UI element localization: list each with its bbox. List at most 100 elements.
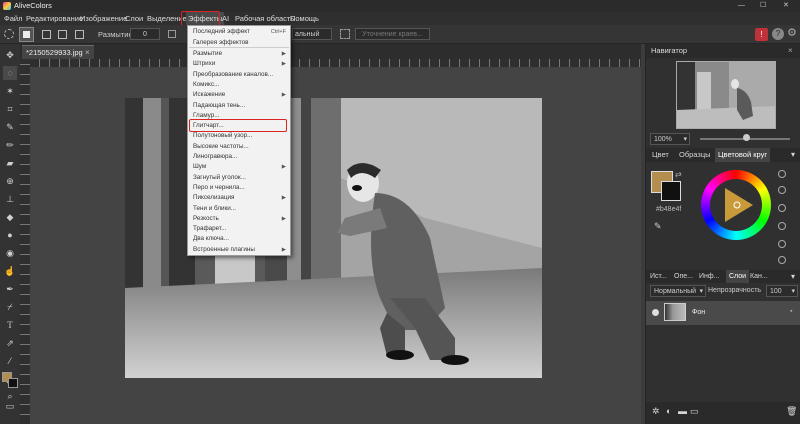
tab-color[interactable]: Цвет <box>652 148 669 162</box>
zoom-select[interactable]: 100% ▾ <box>650 133 690 145</box>
tab-swatches[interactable]: Образцы <box>679 148 711 162</box>
delete-layer-icon[interactable]: 🗑 <box>786 406 797 417</box>
wheel-option-icon[interactable] <box>778 170 786 178</box>
menu-item-shadows-highlights[interactable]: Тени и блики... <box>189 204 289 214</box>
menu-item-high-pass[interactable]: Высокие частоты... <box>189 142 289 152</box>
blend-mode-select[interactable]: Нормальный ▾ <box>650 285 706 297</box>
document-tab[interactable]: *2150529933.jpg × <box>22 45 94 59</box>
smudge-tool-icon[interactable]: ☝ <box>3 264 17 278</box>
tab-menu-chevron-icon[interactable]: ▾ <box>791 148 795 162</box>
quick-mask-icon[interactable]: ▭ <box>3 399 17 413</box>
settings-gear-icon[interactable]: ⚙ <box>787 26 797 39</box>
new-layer-icon[interactable]: ▭ <box>690 406 699 417</box>
layer-row[interactable]: Фон ▪ <box>646 301 800 325</box>
layer-name[interactable]: Фон <box>692 301 705 325</box>
menu-item-builtin-plugins[interactable]: Встроенные плагины ▶ <box>189 245 289 255</box>
maximize-button[interactable]: ☐ <box>760 0 766 12</box>
antialias-checkbox[interactable] <box>168 30 176 38</box>
wheel-option-icon[interactable] <box>778 186 786 194</box>
wheel-option-icon[interactable] <box>778 222 786 230</box>
eyedropper-icon[interactable]: ✎ <box>654 221 662 232</box>
hex-value[interactable]: #b48e4f <box>656 206 681 213</box>
menu-ai[interactable]: AI <box>222 12 229 25</box>
path-tool-icon[interactable]: ⇗ <box>3 336 17 350</box>
color-triangle[interactable] <box>701 170 771 240</box>
menu-item-stencil[interactable]: Трафарет... <box>189 224 289 234</box>
new-selection-icon[interactable] <box>19 27 34 42</box>
menu-item-linocut[interactable]: Линогравюра... <box>189 152 289 162</box>
magic-wand-tool-icon[interactable]: ✶ <box>3 84 17 98</box>
bg-color-swatch[interactable] <box>661 181 681 201</box>
pen-tool-icon[interactable]: ✒ <box>3 282 17 296</box>
mode-select[interactable]: альный <box>292 28 332 40</box>
menu-item-channel-transform[interactable]: Преобразование каналов... <box>189 70 289 80</box>
shape-tool-icon[interactable]: ⌿ <box>3 300 17 314</box>
tab-history[interactable]: Ист... <box>650 270 667 283</box>
picker-tool-icon[interactable]: ⁄ <box>3 354 17 368</box>
document-tab-close-icon[interactable]: × <box>85 46 90 60</box>
lasso-mode-icon[interactable] <box>4 29 14 39</box>
menu-item-drop-shadow[interactable]: Падающая тень... <box>189 101 289 111</box>
close-window-button[interactable]: ✕ <box>783 0 789 12</box>
blur-value-input[interactable]: 0 <box>130 28 160 40</box>
menu-item-sharpen[interactable]: Резкость ▶ <box>189 214 289 224</box>
drop-tool-icon[interactable]: ● <box>3 228 17 242</box>
panel-close-icon[interactable]: × <box>788 44 793 58</box>
menu-help[interactable]: Помощь <box>290 12 319 25</box>
layer-visibility-icon[interactable] <box>652 309 659 316</box>
menu-item-page-curl[interactable]: Загнутый уголок... <box>189 173 289 183</box>
alert-icon[interactable]: ! <box>755 28 768 41</box>
tab-operations[interactable]: Опе... <box>674 270 693 283</box>
refine-edges-button[interactable]: Уточнение краев... <box>355 28 430 40</box>
menu-item-pen-ink[interactable]: Перо и чернила... <box>189 183 289 193</box>
layer-effects-icon[interactable]: ✲ <box>652 406 660 417</box>
tab-channels[interactable]: Кан... <box>750 270 768 283</box>
text-tool-icon[interactable]: T <box>3 318 17 332</box>
menu-item-distortion[interactable]: Искажение ▶ <box>189 90 289 100</box>
menu-item-pixelate[interactable]: Пикселизация ▶ <box>189 193 289 203</box>
menu-item-blur[interactable]: Размытие ▶ <box>189 49 289 59</box>
bucket-tool-icon[interactable]: ◆ <box>3 210 17 224</box>
menu-item-comic[interactable]: Комикс... <box>189 80 289 90</box>
color-wheel[interactable] <box>701 170 771 240</box>
refine-edges-icon[interactable] <box>340 29 350 39</box>
menu-layers[interactable]: Слои <box>125 12 143 25</box>
lasso-tool-icon[interactable]: ◌ <box>3 66 17 80</box>
background-color-swatch[interactable] <box>8 378 18 388</box>
adjustment-layer-icon[interactable]: ◐ <box>666 406 671 416</box>
menu-file[interactable]: Файл <box>4 12 22 25</box>
navigator-preview[interactable] <box>676 61 776 129</box>
stamp-tool-icon[interactable]: ⊥ <box>3 192 17 206</box>
tab-layers[interactable]: Слои <box>726 270 750 283</box>
new-group-icon[interactable]: ▬ <box>678 406 687 416</box>
menu-item-strokes[interactable]: Штрихи ▶ <box>189 59 289 69</box>
eraser-tool-icon[interactable]: ▰ <box>3 156 17 170</box>
minimize-button[interactable]: — <box>738 0 745 12</box>
eyedropper-tool-icon[interactable]: ✎ <box>3 120 17 134</box>
menu-item-halftone[interactable]: Полутоновый узор... <box>189 131 289 141</box>
brush-tool-icon[interactable]: ✏ <box>3 138 17 152</box>
menu-workspace[interactable]: Рабочая область <box>235 12 294 25</box>
menu-item-noise[interactable]: Шум ▶ <box>189 162 289 172</box>
clone-tool-icon[interactable]: ⊕ <box>3 174 17 188</box>
wheel-option-icon[interactable] <box>778 256 786 264</box>
help-icon[interactable]: ? <box>772 28 784 40</box>
menu-item-effects-gallery[interactable]: Галерея эффектов <box>189 38 289 49</box>
sponge-tool-icon[interactable]: ◉ <box>3 246 17 260</box>
tab-info[interactable]: Инф... <box>699 270 720 283</box>
move-tool-icon[interactable]: ✥ <box>3 48 17 62</box>
intersect-selection-icon[interactable] <box>75 30 84 39</box>
menu-item-two-keys[interactable]: Два ключа... <box>189 234 289 244</box>
tab-color-wheel[interactable]: Цветовой круг <box>715 148 771 162</box>
swap-colors-icon[interactable]: ⇄ <box>675 170 682 179</box>
add-selection-icon[interactable] <box>42 30 51 39</box>
crop-tool-icon[interactable]: ⌗ <box>3 102 17 116</box>
menu-edit[interactable]: Редактирование <box>26 12 83 25</box>
wheel-option-icon[interactable] <box>778 240 786 248</box>
tab-menu-chevron-icon[interactable]: ▾ <box>791 270 795 283</box>
opacity-input[interactable]: 100 ▾ <box>766 285 798 297</box>
zoom-slider-handle[interactable] <box>743 134 750 141</box>
menu-item-last-effect[interactable]: Последний эффект Ctrl+F <box>189 27 289 37</box>
menu-image[interactable]: Изображение <box>80 12 127 25</box>
subtract-selection-icon[interactable] <box>58 30 67 39</box>
